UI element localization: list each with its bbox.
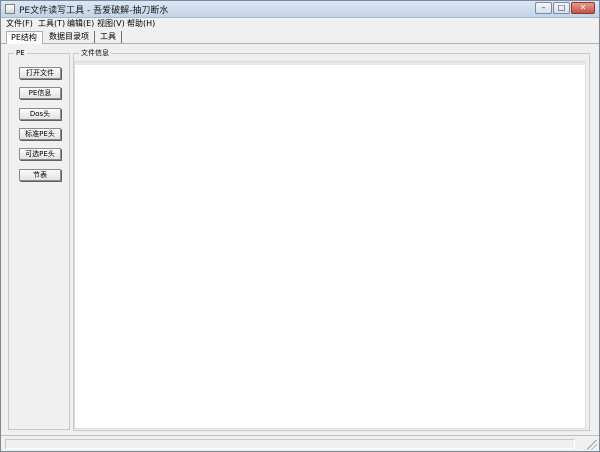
pe-info-button[interactable]: PE信息 — [19, 87, 61, 99]
status-bar — [1, 435, 599, 451]
maximize-icon: □ — [557, 3, 566, 12]
title-bar[interactable]: PE文件读写工具 - 吾爱破解-抽刀断水 – □ ✕ — [1, 1, 599, 18]
file-info-textarea[interactable] — [74, 61, 586, 429]
app-icon — [5, 4, 15, 14]
close-button[interactable]: ✕ — [571, 2, 595, 14]
standard-pe-header-button[interactable]: 标准PE头 — [19, 128, 61, 140]
section-table-button[interactable]: 节表 — [19, 169, 61, 181]
menu-file[interactable]: 文件(F) — [6, 19, 33, 29]
tab-data-directory[interactable]: 数据目录项 — [49, 31, 95, 43]
file-info-legend: 文件信息 — [79, 48, 111, 58]
menu-edit[interactable]: 编辑(E) — [67, 19, 94, 29]
resize-grip-icon[interactable] — [587, 440, 597, 450]
window-title: PE文件读写工具 - 吾爱破解-抽刀断水 — [19, 6, 169, 16]
app-window: PE文件读写工具 - 吾爱破解-抽刀断水 – □ ✕ 文件(F) 工具(T) 编… — [0, 0, 600, 452]
minimize-icon: – — [541, 3, 546, 12]
pe-groupbox-legend: PE — [14, 48, 27, 58]
maximize-button[interactable]: □ — [553, 2, 570, 14]
menu-tools[interactable]: 工具(T) — [38, 19, 65, 29]
dos-header-button[interactable]: Dos头 — [19, 108, 61, 120]
tab-tools[interactable]: 工具 — [100, 31, 122, 43]
minimize-button[interactable]: – — [535, 2, 552, 14]
window-controls: – □ ✕ — [534, 2, 595, 15]
optional-pe-header-button[interactable]: 可选PE头 — [19, 148, 61, 160]
tab-strip: PE结构 数据目录项 工具 — [1, 31, 599, 44]
menu-bar: 文件(F) 工具(T) 编辑(E) 视图(V) 帮助(H) — [1, 18, 599, 30]
open-file-button[interactable]: 打开文件 — [19, 67, 61, 79]
status-pane — [5, 439, 575, 449]
menu-view[interactable]: 视图(V) — [97, 19, 125, 29]
file-info-header-strip — [75, 62, 585, 65]
menu-help[interactable]: 帮助(H) — [127, 19, 155, 29]
close-icon: ✕ — [579, 3, 587, 12]
tab-pe-structure[interactable]: PE结构 — [6, 31, 43, 44]
